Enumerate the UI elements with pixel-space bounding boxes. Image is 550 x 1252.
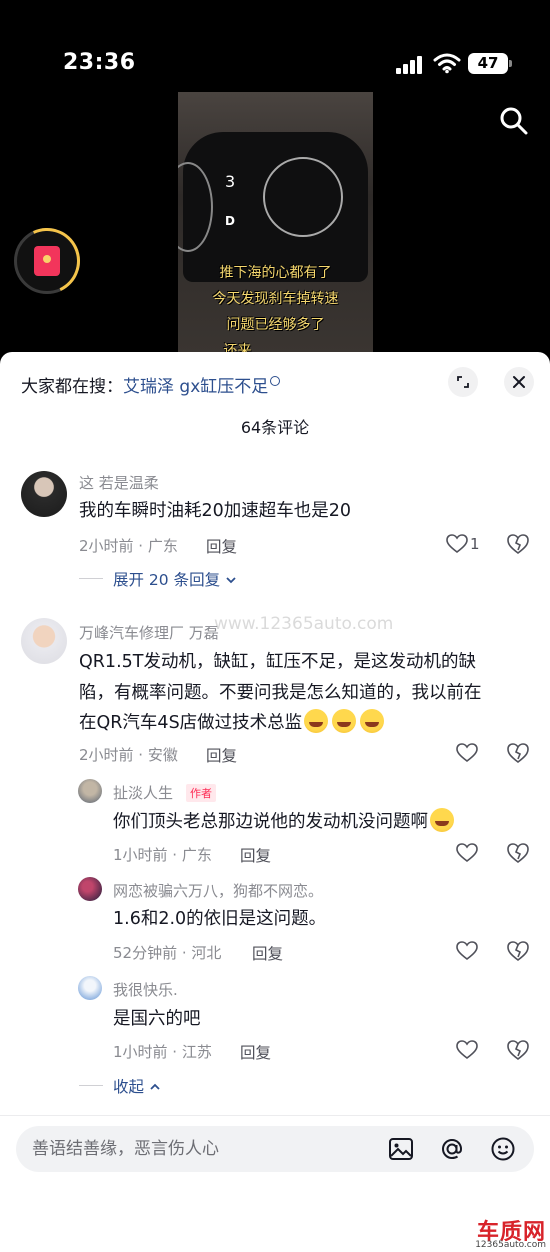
reply-button[interactable]: 回复 [252, 942, 283, 964]
left-gauge [178, 162, 213, 252]
comment-input[interactable] [32, 1126, 372, 1172]
video-thumbnail[interactable]: 3 D 推下海的心都有了 今天发现刹车掉转速 问题已经够多了 还来 [178, 92, 373, 354]
avatar[interactable] [78, 976, 102, 1000]
comment-content-line: 陷，有概率问题。不要问我是怎么知道的，我以前在 [79, 682, 482, 703]
dislike-icon[interactable] [507, 1039, 529, 1061]
reply-content[interactable]: 是国六的吧 [113, 1004, 201, 1035]
reply-username[interactable]: 我很快乐. [113, 979, 178, 1000]
reply-content[interactable]: 你们顶头老总那边说他的发动机没问题啊 [113, 807, 456, 838]
chevron-down-icon [226, 577, 236, 584]
like-icon[interactable] [446, 534, 468, 554]
comment-sheet: 大家都在搜：艾瑞泽 gx缸压不足 64条评论 这 若是温柔 我的车瞬时油耗20加… [0, 352, 550, 1252]
status-time: 23:36 [63, 50, 136, 75]
collapse-label: 收起 [113, 1078, 145, 1096]
comment-content-line: QR1.5T发动机，缺缸，缸压不足，是这发动机的缺 [79, 652, 476, 672]
dash-gear-readout: 3 [225, 172, 236, 191]
reply-button[interactable]: 回复 [206, 535, 237, 557]
expand-replies-label: 展开 20 条回复 [113, 571, 221, 589]
watermark: www.12365auto.com [214, 614, 394, 634]
mention-icon[interactable] [439, 1136, 465, 1162]
comment-meta: 2小时前 · 广东 [79, 537, 178, 555]
comment-input-container[interactable] [16, 1126, 534, 1172]
video-caption-line: 推下海的心都有了 [219, 265, 332, 281]
video-caption-line: 问题已经够多了 [226, 317, 325, 333]
avatar[interactable] [21, 618, 67, 664]
dash-drive-readout: D [225, 214, 235, 228]
comment-content-line: 在QR汽车4S店做过技术总监 [79, 708, 482, 739]
dashboard-image: 3 D [178, 132, 368, 282]
reply-button[interactable]: 回复 [206, 744, 237, 766]
divider [79, 578, 103, 579]
close-icon [513, 376, 525, 388]
status-bar: 23:36 47 [0, 0, 550, 100]
expand-replies-link[interactable]: 展开 20 条回复 [113, 568, 237, 590]
grin-emoji [430, 808, 454, 832]
red-envelope-button[interactable] [4, 218, 90, 304]
like-icon[interactable] [456, 1040, 478, 1060]
video-caption-line: 今天发现刹车掉转速 [212, 291, 339, 307]
cellular-signal-icon [396, 56, 424, 74]
like-count: 1 [470, 535, 480, 553]
expand-sheet-button[interactable] [448, 367, 478, 397]
collapse-replies-link[interactable]: 收起 [113, 1075, 161, 1097]
chevron-up-icon [150, 1083, 160, 1090]
reply-content[interactable]: 1.6和2.0的依旧是这问题。 [113, 904, 326, 935]
comment-content[interactable]: QR1.5T发动机，缺缸，缸压不足，是这发动机的缺 陷，有概率问题。不要问我是怎… [79, 647, 482, 739]
comment-content-text: 在QR汽车4S店做过技术总监 [79, 713, 303, 733]
wifi-icon [433, 53, 461, 74]
reply-meta: 52分钟前 · 河北 [113, 944, 222, 962]
close-button[interactable] [504, 367, 534, 397]
like-icon[interactable] [456, 941, 478, 961]
dislike-icon[interactable] [507, 742, 529, 764]
comment-content[interactable]: 我的车瞬时油耗20加速超车也是20 [79, 496, 351, 527]
comment-username[interactable]: 这 若是温柔 [79, 472, 159, 493]
hot-search-prefix: 大家都在搜： [21, 377, 123, 397]
site-logo: 车质网 12365auto.com [459, 1214, 550, 1252]
laugh-cry-emoji [360, 709, 385, 733]
like-icon[interactable] [456, 843, 478, 863]
comment-username[interactable]: 万峰汽车修理厂 万磊 [79, 622, 219, 643]
laugh-cry-emoji [332, 709, 357, 733]
laugh-cry-emoji [304, 709, 329, 733]
dislike-icon[interactable] [507, 842, 529, 864]
reply-username[interactable]: 网恋被骗六万八，狗都不网恋。 [113, 880, 323, 901]
avatar[interactable] [78, 877, 102, 901]
expand-icon [457, 376, 469, 388]
hot-search-keyword[interactable]: 艾瑞泽 gx缸压不足 [123, 377, 268, 397]
search-small-icon [270, 376, 281, 386]
reply-meta: 1小时前 · 江苏 [113, 1043, 212, 1061]
reply-content-text: 你们顶头老总那边说他的发动机没问题啊 [113, 812, 428, 832]
dislike-icon[interactable] [507, 533, 529, 555]
reply-button[interactable]: 回复 [240, 1041, 271, 1063]
avatar[interactable] [21, 471, 67, 517]
dislike-icon[interactable] [507, 940, 529, 962]
reply-button[interactable]: 回复 [240, 844, 271, 866]
search-icon[interactable] [498, 105, 530, 137]
hot-search-bar[interactable]: 大家都在搜：艾瑞泽 gx缸压不足 [21, 372, 281, 397]
comment-count: 64条评论 [240, 418, 310, 437]
red-envelope-icon [34, 246, 60, 276]
battery-indicator: 47 [468, 53, 512, 74]
divider [79, 1085, 103, 1086]
avatar[interactable] [78, 779, 102, 803]
reply-username[interactable]: 扯淡人生 [113, 782, 173, 803]
like-icon[interactable] [456, 743, 478, 763]
author-tag: 作者 [186, 784, 216, 802]
tachometer-gauge [263, 157, 343, 237]
image-icon[interactable] [388, 1136, 414, 1162]
site-logo-url: 12365auto.com [475, 1240, 546, 1250]
reply-meta: 1小时前 · 广东 [113, 846, 212, 864]
comment-meta: 2小时前 · 安徽 [79, 746, 178, 764]
emoji-icon[interactable] [490, 1136, 516, 1162]
